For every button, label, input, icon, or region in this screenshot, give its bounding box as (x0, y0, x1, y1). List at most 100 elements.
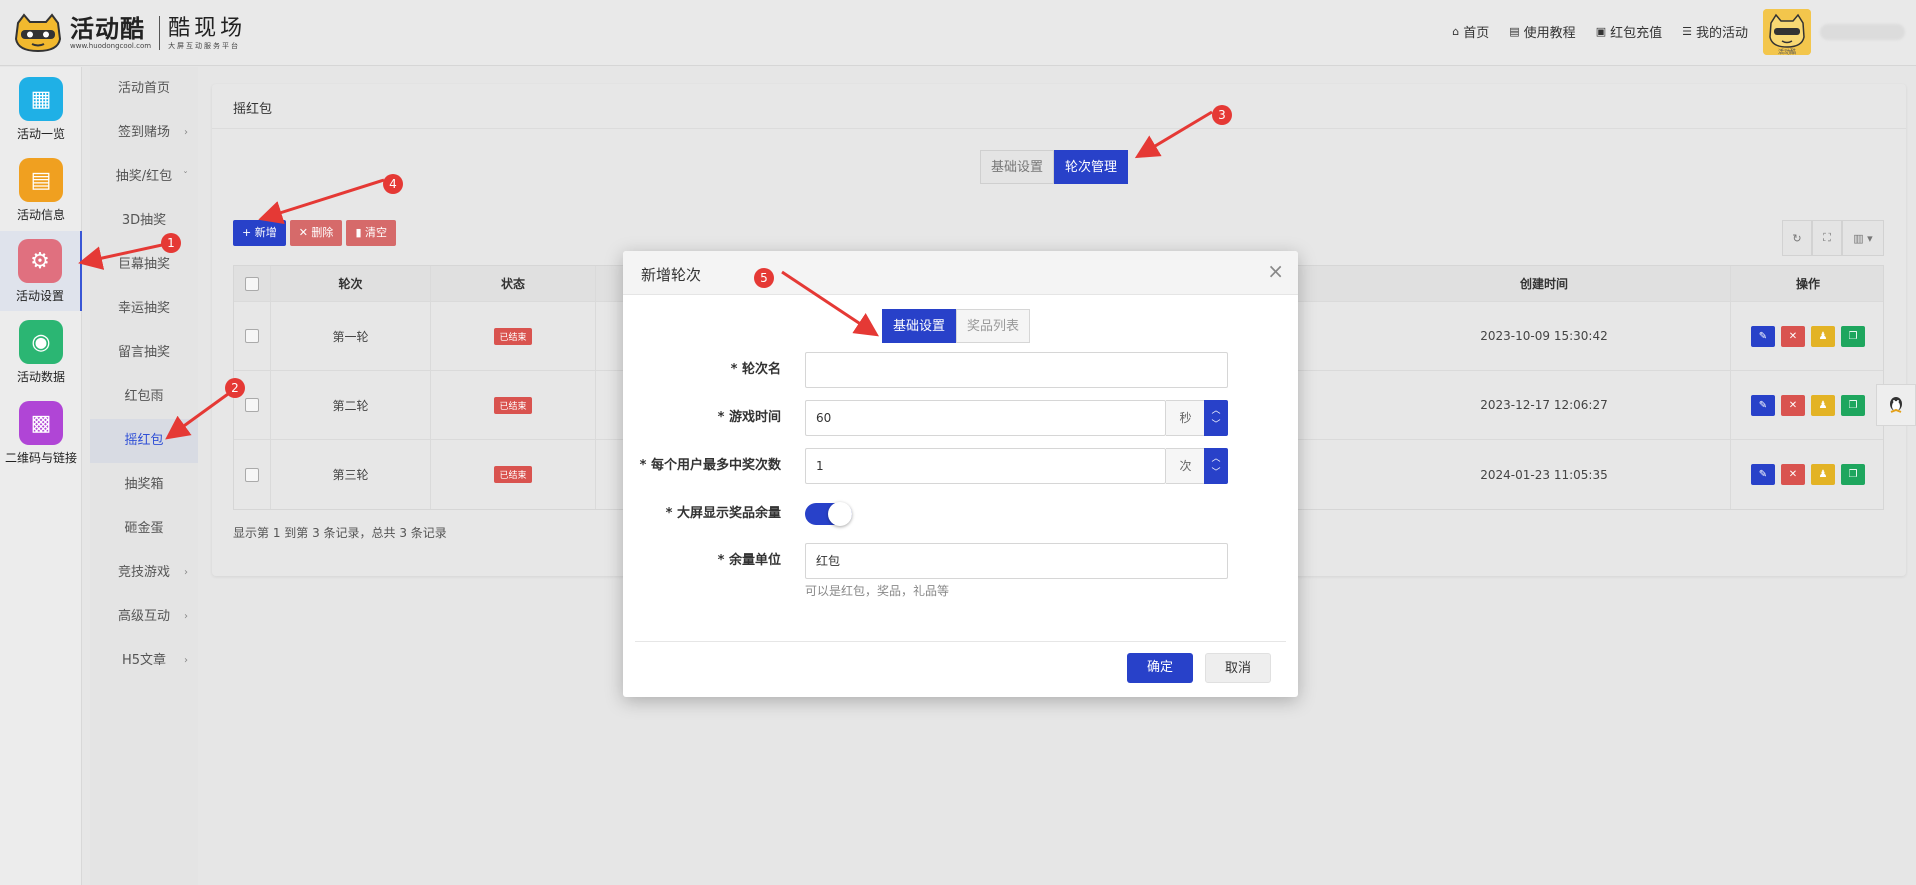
delete-icon[interactable]: ✕ (1781, 325, 1805, 347)
round-name-input[interactable] (805, 352, 1228, 388)
cell-status: 已结束 (431, 302, 596, 370)
chevron-right-icon: › (184, 655, 188, 666)
edit-icon[interactable]: ✎ (1751, 394, 1775, 416)
user-icon[interactable]: ♟ (1811, 464, 1835, 485)
delete-button[interactable]: ✕ 删除 (289, 220, 343, 246)
confirm-button[interactable]: 确定 (1127, 653, 1193, 683)
logo-side-subtitle: 大屏互动服务平台 (168, 41, 241, 50)
submenu-shake-red-packet[interactable]: 摇红包 (90, 419, 198, 463)
copy-icon[interactable]: ❐ (1841, 325, 1865, 347)
row-checkbox[interactable] (245, 329, 259, 343)
chevron-right-icon: › (184, 127, 188, 138)
home-icon: ⌂ (1452, 25, 1460, 38)
delete-icon[interactable]: ✕ (1781, 464, 1805, 485)
chevron-down-icon[interactable]: ﹀ (1211, 466, 1220, 480)
nav-my-activities[interactable]: ☰ 我的活动 (1682, 22, 1748, 41)
header-round[interactable]: 轮次 (271, 266, 431, 301)
tab-basic-settings[interactable]: 基础设置 (980, 150, 1055, 184)
sidebar-item-activity-overview[interactable]: ▦ 活动一览 (0, 69, 82, 149)
clear-button[interactable]: ▮ 清空 (346, 220, 396, 246)
copy-icon[interactable]: ❐ (1841, 394, 1865, 416)
sidebar-item-activity-data[interactable]: ◉ 活动数据 (0, 312, 82, 392)
delete-icon[interactable]: ✕ (1781, 394, 1805, 416)
header-status[interactable]: 状态 (431, 266, 596, 301)
chevron-up-icon[interactable]: ︿ (1211, 452, 1220, 466)
qrcode-icon: ▩ (19, 401, 63, 445)
row-checkbox[interactable] (245, 398, 259, 412)
max-wins-label: * 每个用户最多中奖次数 (639, 458, 781, 473)
logo-url: www.huodongcool.com (70, 41, 152, 50)
table-toolbar: + 新增 ✕ 删除 ▮ 清空 (233, 220, 396, 246)
refresh-icon[interactable]: ↻ (1782, 220, 1812, 256)
submenu-h5-article[interactable]: H5文章 › (90, 639, 198, 683)
field-show-remaining: * 大屏显示奖品余量 (623, 496, 1298, 532)
submenu-label: 幸运抽奖 (117, 301, 170, 316)
field-max-wins: * 每个用户最多中奖次数 1 次 ︿ ﹀ (623, 448, 1298, 484)
submenu-giant-screen-lottery[interactable]: 巨幕抽奖 (90, 243, 198, 287)
game-time-stepper[interactable]: ︿ ﹀ (1204, 400, 1228, 436)
nav-recharge[interactable]: ▣ 红包充值 (1596, 22, 1662, 41)
gear-icon: ⚙ (18, 239, 62, 283)
submenu-advanced-interaction[interactable]: 高级互动 › (90, 595, 198, 639)
tab-prize-list[interactable]: 奖品列表 (956, 309, 1031, 343)
close-icon[interactable]: × (1267, 261, 1284, 281)
submenu-competitive-games[interactable]: 竞技游戏 › (90, 551, 198, 595)
sidebar-item-activity-info[interactable]: ▤ 活动信息 (0, 150, 82, 230)
cell-actions: ✎ ✕ ♟ ❐ (1731, 440, 1885, 509)
submenu-lottery-box[interactable]: 抽奖箱 (90, 463, 198, 507)
cell-round: 第一轮 (271, 302, 431, 370)
max-wins-input[interactable]: 1 (805, 448, 1166, 484)
brand-logo[interactable]: 活动酷 www.huodongcool.com 酷现场 大屏互动服务平台 (12, 12, 262, 54)
submenu-red-packet-rain[interactable]: 红包雨 (90, 375, 198, 419)
chevron-up-icon[interactable]: ︿ (1211, 404, 1220, 418)
edit-icon[interactable]: ✎ (1751, 464, 1775, 485)
wallet-icon: ▣ (1595, 25, 1607, 38)
qq-support-icon[interactable] (1876, 384, 1916, 426)
fullscreen-icon[interactable]: ⛶ (1812, 220, 1842, 256)
tab-dialog-basic-settings[interactable]: 基础设置 (882, 309, 957, 343)
submenu-message-lottery[interactable]: 留言抽奖 (90, 331, 198, 375)
add-button[interactable]: + 新增 (233, 220, 286, 246)
sub-menu: 活动首页 签到赌场 › 抽奖/红包 ˇ 3D抽奖 巨幕抽奖 幸运抽奖 留言抽奖 红包… (90, 67, 198, 885)
submenu-lottery-redpacket[interactable]: 抽奖/红包 ˇ (90, 155, 198, 199)
document-icon: ▤ (19, 158, 63, 202)
submenu-label: 砸金蛋 (124, 521, 164, 536)
sidebar-item-qrcode-links[interactable]: ▩ 二维码与链接 (0, 393, 82, 473)
submenu-activity-home[interactable]: 活动首页 (90, 67, 198, 111)
submenu-lucky-lottery[interactable]: 幸运抽奖 (90, 287, 198, 331)
dialog-footer-divider (635, 641, 1286, 642)
max-wins-stepper[interactable]: ︿ ﹀ (1204, 448, 1228, 484)
user-icon[interactable]: ♟ (1811, 394, 1835, 416)
submenu-golden-egg[interactable]: 砸金蛋 (90, 507, 198, 551)
cell-actions: ✎ ✕ ♟ ❐ (1731, 302, 1885, 370)
cell-status: 已结束 (431, 371, 596, 439)
submenu-label: 高级互动 (117, 609, 170, 624)
annotation-badge-4: 4 (383, 174, 403, 194)
header-created-time[interactable]: 创建时间 (1358, 266, 1731, 301)
submenu-label: 摇红包 (124, 433, 164, 448)
nav-tutorial[interactable]: ▤ 使用教程 (1509, 22, 1575, 41)
remaining-unit-input[interactable]: 红包 (805, 543, 1228, 579)
tab-round-management[interactable]: 轮次管理 (1054, 150, 1129, 184)
game-time-input[interactable]: 60 (805, 400, 1166, 436)
avatar-caption: 活动酷 (1777, 49, 1796, 56)
edit-icon[interactable]: ✎ (1751, 325, 1775, 347)
user-icon[interactable]: ♟ (1811, 325, 1835, 347)
submenu-label: 巨幕抽奖 (117, 257, 170, 272)
nav-home[interactable]: ⌂ 首页 (1452, 22, 1489, 41)
cancel-button[interactable]: 取消 (1205, 653, 1271, 683)
cell-created-time: 2024-01-23 11:05:35 (1358, 440, 1731, 509)
copy-icon[interactable]: ❐ (1841, 464, 1865, 485)
chevron-right-icon: › (184, 611, 188, 622)
select-all-checkbox[interactable] (245, 276, 259, 291)
show-remaining-toggle[interactable] (805, 502, 852, 526)
submenu-checkin[interactable]: 签到赌场 › (90, 111, 198, 155)
submenu-3d-lottery[interactable]: 3D抽奖 (90, 199, 198, 243)
username-blurred[interactable] (1820, 24, 1905, 40)
add-round-dialog: 新增轮次 × 基础设置 奖品列表 * 轮次名 * 游戏时间 60 秒 ︿ ﹀ * … (623, 251, 1298, 697)
sidebar-item-activity-settings[interactable]: ⚙ 活动设置 (0, 231, 82, 311)
row-checkbox[interactable] (245, 467, 259, 482)
chevron-down-icon[interactable]: ﹀ (1211, 418, 1220, 432)
nav-recharge-label: 红包充值 (1610, 26, 1663, 41)
columns-icon[interactable]: ▥ ▾ (1842, 220, 1884, 256)
